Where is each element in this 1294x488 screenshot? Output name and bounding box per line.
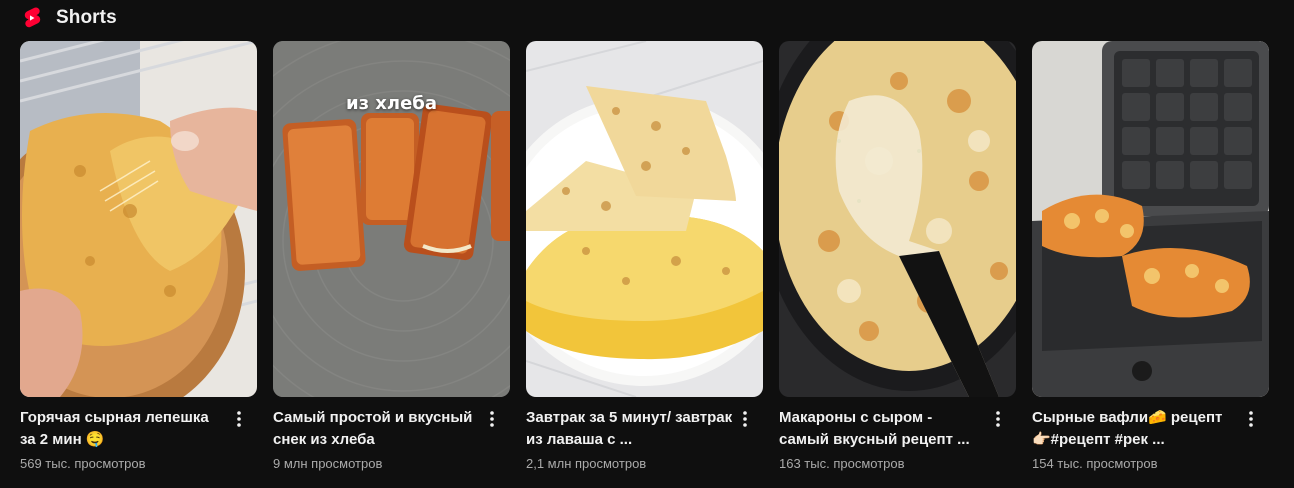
short-thumbnail[interactable] [526, 41, 763, 397]
short-meta: Завтрак за 5 минут/ завтрак из лаваша с … [526, 407, 763, 473]
short-views: 163 тыс. просмотров [779, 456, 905, 471]
short-thumbnail[interactable] [779, 41, 1016, 397]
short-title[interactable]: Сырные вафли🧀 рецепт 👉🏻#рецепт #рек ... [1032, 407, 1239, 451]
short-card[interactable]: Горячая сырная лепешка за 2 мин 🤤 569 ты… [20, 41, 257, 473]
short-thumbnail[interactable] [1032, 41, 1269, 397]
short-card[interactable]: Завтрак за 5 минут/ завтрак из лаваша с … [526, 41, 763, 473]
youtube-shorts-icon [20, 6, 44, 30]
short-title[interactable]: Завтрак за 5 минут/ завтрак из лаваша с … [526, 407, 733, 451]
more-vert-icon [996, 410, 1000, 432]
short-views: 154 тыс. просмотров [1032, 456, 1158, 471]
short-card[interactable]: из хлеба Самый простой и вкусный снек из… [273, 41, 510, 473]
short-meta: Макароны с сыром - самый вкусный рецепт … [779, 407, 1016, 473]
more-actions-button[interactable] [731, 407, 759, 435]
short-title[interactable]: Макароны с сыром - самый вкусный рецепт … [779, 407, 986, 451]
short-thumbnail[interactable] [20, 41, 257, 397]
thumbnail-overlay-text: из хлеба [345, 93, 438, 114]
shelf-header: Shorts [20, 5, 117, 31]
short-meta: Сырные вафли🧀 рецепт 👉🏻#рецепт #рек ... … [1032, 407, 1269, 473]
more-actions-button[interactable] [478, 407, 506, 435]
more-actions-button[interactable] [1237, 407, 1265, 435]
short-card[interactable]: Сырные вафли🧀 рецепт 👉🏻#рецепт #рек ... … [1032, 41, 1269, 473]
more-vert-icon [1249, 410, 1253, 432]
short-thumbnail[interactable]: из хлеба [273, 41, 510, 397]
short-views: 569 тыс. просмотров [20, 456, 146, 471]
short-views: 2,1 млн просмотров [526, 456, 647, 471]
short-views: 9 млн просмотров [273, 456, 383, 471]
short-title[interactable]: Самый простой и вкусный снек из хлеба [273, 407, 480, 451]
more-vert-icon [743, 410, 747, 432]
shelf-title: Shorts [56, 7, 117, 28]
short-title[interactable]: Горячая сырная лепешка за 2 мин 🤤 [20, 407, 227, 451]
more-actions-button[interactable] [225, 407, 253, 435]
more-vert-icon [490, 410, 494, 432]
short-meta: Самый простой и вкусный снек из хлеба 9 … [273, 407, 510, 473]
shorts-shelf: Shorts Горячая сырная лепешка за 2 мин 🤤… [0, 0, 1294, 488]
short-card[interactable]: Макароны с сыром - самый вкусный рецепт … [779, 41, 1016, 473]
shorts-grid: Горячая сырная лепешка за 2 мин 🤤 569 ты… [20, 41, 1269, 473]
more-actions-button[interactable] [984, 407, 1012, 435]
short-meta: Горячая сырная лепешка за 2 мин 🤤 569 ты… [20, 407, 257, 473]
more-vert-icon [237, 410, 241, 432]
